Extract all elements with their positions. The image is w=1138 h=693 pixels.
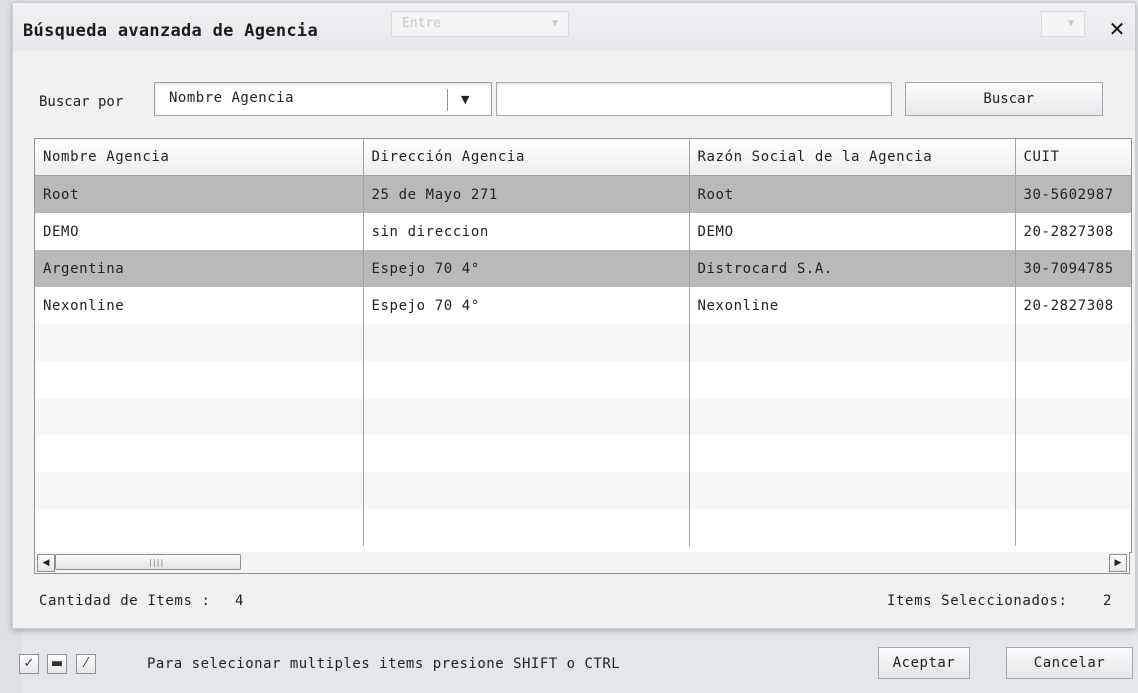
empty-row bbox=[35, 435, 1131, 472]
scroll-right-icon[interactable]: ▶ bbox=[1109, 554, 1127, 572]
cell-direccion: Espejo 70 4° bbox=[363, 250, 690, 287]
cell-nombre: DEMO bbox=[35, 213, 364, 250]
empty-row bbox=[35, 361, 1131, 398]
column-header-nombre[interactable]: Nombre Agencia bbox=[35, 139, 364, 176]
cell-razon-social: DEMO bbox=[689, 213, 1016, 250]
table-row[interactable]: Root 25 de Mayo 271 Root 30-5602987 bbox=[35, 175, 1131, 213]
empty-row bbox=[35, 398, 1131, 435]
empty-row bbox=[35, 472, 1131, 509]
select-divider bbox=[447, 89, 448, 111]
cell-direccion: Espejo 70 4° bbox=[363, 287, 690, 324]
cell-razon-social: Nexonline bbox=[689, 287, 1016, 324]
cell-nombre: Argentina bbox=[35, 250, 364, 287]
cell-cuit: 30-7094785 bbox=[1015, 250, 1131, 287]
close-icon[interactable]: ✕ bbox=[1107, 19, 1127, 39]
selected-count-label: Items Seleccionados: bbox=[887, 593, 1068, 609]
cell-nombre: Root bbox=[35, 175, 364, 213]
grip-icon: |||| bbox=[148, 558, 164, 567]
search-field-value: Nombre Agencia bbox=[169, 90, 295, 106]
search-input[interactable] bbox=[496, 82, 892, 116]
table-row[interactable]: DEMO sin direccion DEMO 20-2827308 bbox=[35, 213, 1131, 250]
chevron-down-icon: ▼ bbox=[1067, 18, 1074, 29]
item-count-value: 4 bbox=[235, 593, 244, 609]
cell-nombre: Nexonline bbox=[35, 287, 364, 324]
cell-razon-social: Root bbox=[689, 175, 1016, 213]
select-none-icon[interactable]: ▬ bbox=[47, 654, 67, 674]
selected-count-value: 2 bbox=[1103, 593, 1112, 609]
cell-cuit: 30-5602987 bbox=[1015, 175, 1131, 213]
accept-button[interactable]: Aceptar bbox=[878, 647, 970, 679]
cell-cuit: 20-2827308 bbox=[1015, 213, 1131, 250]
item-count-label: Cantidad de Items : bbox=[39, 593, 211, 609]
chevron-down-icon: ▼ bbox=[461, 93, 470, 106]
search-by-label: Buscar por bbox=[39, 94, 124, 110]
column-header-direccion[interactable]: Dirección Agencia bbox=[363, 139, 690, 176]
empty-row bbox=[35, 324, 1131, 361]
table-row[interactable]: Nexonline Espejo 70 4° Nexonline 20-2827… bbox=[35, 287, 1131, 324]
cell-cuit: 20-2827308 bbox=[1015, 287, 1131, 324]
empty-row bbox=[35, 509, 1131, 546]
agency-table: Nombre Agencia Dirección Agencia Razón S… bbox=[34, 138, 1132, 553]
horizontal-scrollbar[interactable]: ◀ |||| ▶ bbox=[34, 552, 1130, 574]
chevron-down-icon: ▼ bbox=[551, 18, 558, 29]
column-header-cuit[interactable]: CUIT bbox=[1015, 139, 1131, 176]
scroll-left-icon[interactable]: ◀ bbox=[37, 554, 55, 572]
table-header-row: Nombre Agencia Dirección Agencia Razón S… bbox=[35, 139, 1131, 176]
invert-selection-icon[interactable]: ⁄ bbox=[76, 654, 96, 674]
search-button[interactable]: Buscar bbox=[905, 82, 1103, 116]
select-all-icon[interactable]: ✓ bbox=[19, 654, 39, 674]
dialog-title: Búsqueda avanzada de Agencia bbox=[23, 21, 318, 41]
cell-direccion: sin direccion bbox=[363, 213, 690, 250]
scrollbar-thumb[interactable]: |||| bbox=[55, 554, 241, 570]
search-field-select[interactable]: Nombre Agencia ▼ bbox=[154, 82, 492, 116]
cancel-button[interactable]: Cancelar bbox=[1006, 647, 1133, 679]
column-header-razon-social[interactable]: Razón Social de la Agencia bbox=[689, 139, 1016, 176]
background-ghost-select: Entre ▼ bbox=[391, 11, 569, 37]
advanced-search-dialog: Entre ▼ ▼ Búsqueda avanzada de Agencia ✕… bbox=[12, 2, 1136, 629]
background-ghost-select-value: Entre bbox=[402, 16, 442, 31]
cell-direccion: 25 de Mayo 271 bbox=[363, 175, 690, 213]
table-row[interactable]: Argentina Espejo 70 4° Distrocard S.A. 3… bbox=[35, 250, 1131, 287]
cell-razon-social: Distrocard S.A. bbox=[689, 250, 1016, 287]
dialog-titlebar: Entre ▼ ▼ Búsqueda avanzada de Agencia ✕ bbox=[13, 3, 1135, 51]
background-ghost-dropdown: ▼ bbox=[1041, 11, 1085, 37]
multi-select-hint: Para selecionar multiples items presione… bbox=[147, 656, 621, 672]
